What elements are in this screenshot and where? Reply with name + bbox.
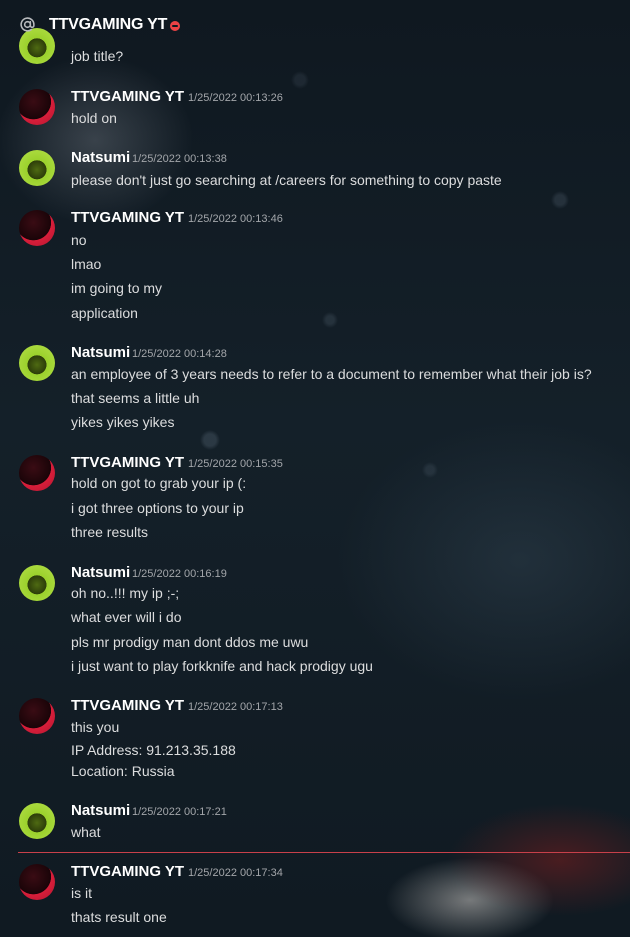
message-timestamp: 1/25/2022 00:17:21 <box>132 806 227 818</box>
new-messages-divider <box>18 852 630 853</box>
message-line: please don't just go searching at /caree… <box>71 172 502 188</box>
message-line: three results <box>71 524 149 540</box>
message-author[interactable]: Natsumi <box>71 802 130 819</box>
avatar-natsumi[interactable] <box>19 565 55 601</box>
at-icon <box>20 17 35 32</box>
message-line: is it <box>71 885 92 901</box>
avatar-ttvgaming[interactable] <box>19 455 55 491</box>
message-timestamp: 1/25/2022 00:17:13 <box>188 701 283 713</box>
message-line: Location: Russia <box>71 763 175 779</box>
message-author[interactable]: TTVGAMING YT <box>71 88 184 105</box>
message-line: this you <box>71 719 120 735</box>
avatar-ttvgaming[interactable] <box>19 210 55 246</box>
message-line: no <box>71 232 87 248</box>
message-line: application <box>71 305 138 321</box>
avatar-natsumi[interactable] <box>19 803 55 839</box>
message-timestamp: 1/25/2022 00:16:19 <box>132 568 227 580</box>
message-author[interactable]: Natsumi <box>71 149 130 166</box>
avatar-ttvgaming[interactable] <box>19 864 55 900</box>
message-author[interactable]: TTVGAMING YT <box>71 697 184 714</box>
message-line: what ever will i do <box>71 609 182 625</box>
do-not-disturb-icon <box>170 21 180 31</box>
message-line: im going to my <box>71 280 163 296</box>
message-line: job title? <box>71 48 124 64</box>
message-line: an employee of 3 years needs to refer to… <box>71 366 592 382</box>
message-line: IP Address: 91.213.35.188 <box>71 742 236 758</box>
avatar-ttvgaming[interactable] <box>19 89 55 125</box>
message-line: oh no..!!! my ip ;-; <box>71 585 180 601</box>
message-line: lmao <box>71 256 102 272</box>
message-timestamp: 1/25/2022 00:13:38 <box>132 153 227 165</box>
channel-name[interactable]: TTVGAMING YT <box>49 16 167 34</box>
channel-header: TTVGAMING YT <box>0 0 630 48</box>
message-timestamp: 1/25/2022 00:13:46 <box>188 213 283 225</box>
message-author[interactable]: Natsumi <box>71 344 130 361</box>
message-line: i got three options to your ip <box>71 500 244 516</box>
message-author[interactable]: TTVGAMING YT <box>71 209 184 226</box>
message-timestamp: 1/25/2022 00:14:28 <box>132 348 227 360</box>
message-line: hold on got to grab your ip (: <box>71 475 247 491</box>
message-timestamp: 1/25/2022 00:17:34 <box>188 867 283 879</box>
message-author[interactable]: Natsumi <box>71 564 130 581</box>
message-author[interactable]: TTVGAMING YT <box>71 454 184 471</box>
message-list: job title? TTVGAMING YT 1/25/2022 00:13:… <box>0 0 630 937</box>
message-line: yikes yikes yikes <box>71 414 175 430</box>
message-line: hold on <box>71 110 117 126</box>
message-timestamp: 1/25/2022 00:15:35 <box>188 458 283 470</box>
message-line: thats result one <box>71 909 167 925</box>
avatar-ttvgaming[interactable] <box>19 698 55 734</box>
avatar-natsumi[interactable] <box>19 345 55 381</box>
message-line: pls mr prodigy man dont ddos me uwu <box>71 634 309 650</box>
message-line: what <box>71 824 101 840</box>
message-line: that seems a little uh <box>71 390 200 406</box>
message-timestamp: 1/25/2022 00:13:26 <box>188 92 283 104</box>
avatar-natsumi[interactable] <box>19 150 55 186</box>
message-line: i just want to play forkknife and hack p… <box>71 658 373 674</box>
message-author[interactable]: TTVGAMING YT <box>71 863 184 880</box>
